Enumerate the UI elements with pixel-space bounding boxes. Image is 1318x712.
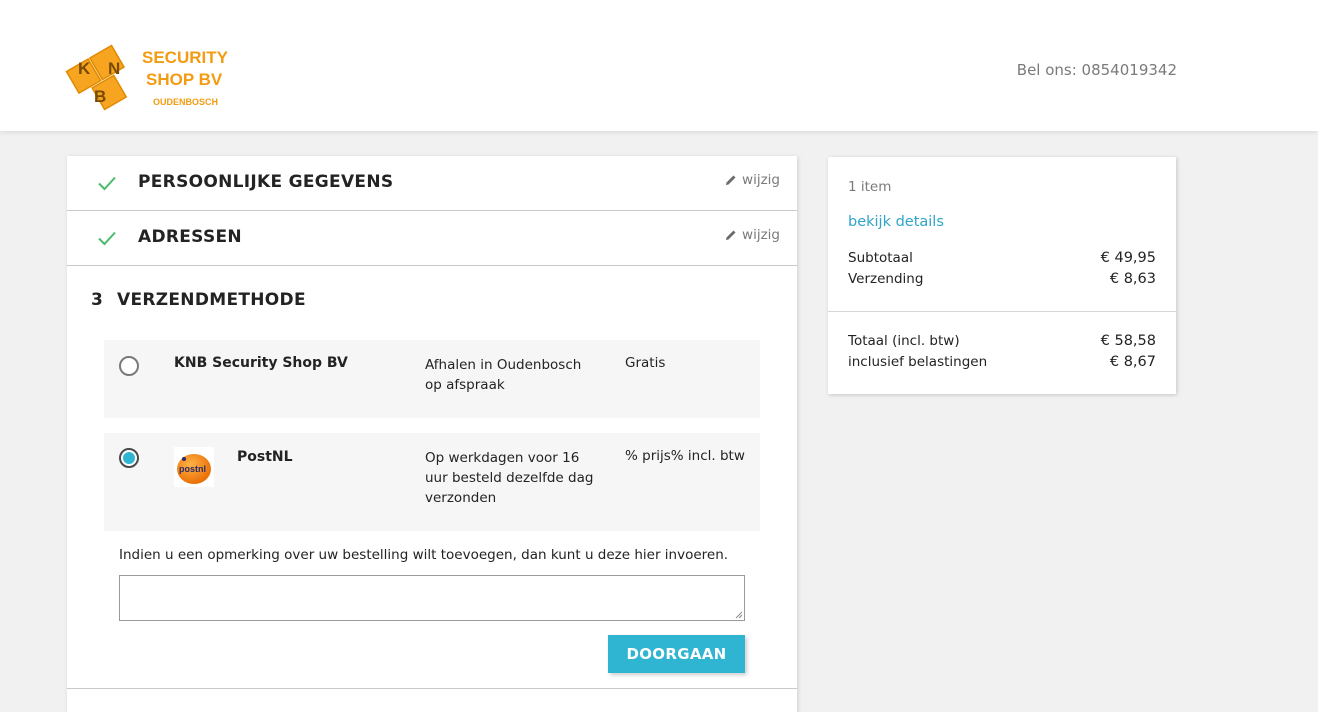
carrier-price: Gratis	[625, 355, 666, 371]
section-divider	[67, 688, 797, 689]
carrier-delay: Afhalen in Oudenbosch op afspraak	[425, 357, 582, 393]
logo-line-1: SECURITY	[142, 48, 228, 67]
delivery-option-radio-selected[interactable]	[119, 448, 139, 468]
site-header: K N B SECURITY SHOP BV OUDENBOSCH Bel on…	[0, 0, 1318, 131]
shipping-row: Verzending € 8,63	[848, 271, 1156, 287]
total-row: Totaal (incl. btw) € 58,58	[848, 333, 1156, 349]
items-count: 1 item	[848, 179, 892, 195]
check-icon	[98, 176, 116, 191]
edit-label: wijzig	[742, 227, 780, 243]
logo-line-3: OUDENBOSCH	[153, 97, 219, 107]
edit-addresses-link[interactable]: wijzig	[725, 227, 780, 243]
resize-grip-icon[interactable]	[735, 611, 743, 619]
step-title: PERSOONLIJKE GEGEVENS	[138, 172, 394, 192]
subtotal-value: € 49,95	[1100, 250, 1156, 266]
continue-button[interactable]: DOORGAAN	[608, 635, 745, 673]
knb-emblem-icon: K N B	[65, 44, 128, 111]
total-value: € 58,58	[1100, 333, 1156, 349]
svg-text:N: N	[108, 59, 120, 78]
order-comment-textarea[interactable]	[119, 575, 745, 621]
pencil-icon	[726, 230, 736, 240]
step-personal-info: PERSOONLIJKE GEGEVENS wijzig	[67, 156, 797, 211]
view-details-link[interactable]: bekijk details	[848, 214, 944, 230]
svg-text:B: B	[94, 87, 106, 106]
carrier-name: KNB Security Shop BV	[174, 355, 348, 371]
tax-row: inclusief belastingen € 8,67	[848, 354, 1156, 370]
cart-summary: 1 item bekijk details Subtotaal € 49,95 …	[828, 157, 1176, 394]
phone-number[interactable]: Bel ons: 0854019342	[1017, 61, 1177, 79]
svg-text:K: K	[78, 59, 91, 78]
pencil-icon	[726, 175, 736, 185]
tax-label: inclusief belastingen	[848, 354, 988, 370]
store-logo[interactable]: K N B SECURITY SHOP BV OUDENBOSCH	[64, 44, 244, 118]
summary-divider	[828, 311, 1176, 312]
edit-label: wijzig	[742, 172, 780, 188]
carrier-price: % prijs% incl. btw	[625, 448, 745, 464]
logo-line-2: SHOP BV	[146, 70, 223, 89]
step-number: 3	[91, 290, 103, 310]
shipping-value: € 8,63	[1109, 271, 1156, 287]
carrier-name: PostNL	[237, 449, 293, 465]
step-title-shipping: VERZENDMETHODE	[117, 290, 306, 310]
order-comment-label: Indien u een opmerking over uw bestellin…	[119, 547, 729, 563]
carrier-delay: Op werkdagen voor 16 uur besteld dezelfd…	[425, 450, 594, 506]
total-label: Totaal (incl. btw)	[848, 333, 960, 349]
postnl-logo-icon: postnl	[177, 454, 211, 484]
tax-value: € 8,67	[1109, 354, 1156, 370]
svg-text:postnl: postnl	[179, 464, 206, 474]
check-icon	[98, 231, 116, 246]
step-title: ADRESSEN	[138, 227, 242, 247]
postnl-logo: postnl	[174, 447, 214, 487]
step-addresses: ADRESSEN wijzig	[67, 211, 797, 266]
shipping-label: Verzending	[848, 271, 924, 287]
subtotal-label: Subtotaal	[848, 250, 913, 266]
checkout-steps: PERSOONLIJKE GEGEVENS wijzig ADRESSEN wi…	[67, 156, 797, 712]
subtotal-row: Subtotaal € 49,95	[848, 250, 1156, 266]
delivery-option-postnl[interactable]: postnl PostNL Op werkdagen voor 16 uur b…	[104, 433, 760, 531]
delivery-option-pickup[interactable]: KNB Security Shop BV Afhalen in Oudenbos…	[104, 340, 760, 418]
delivery-option-radio[interactable]	[119, 356, 139, 376]
edit-personal-info-link[interactable]: wijzig	[725, 172, 780, 188]
